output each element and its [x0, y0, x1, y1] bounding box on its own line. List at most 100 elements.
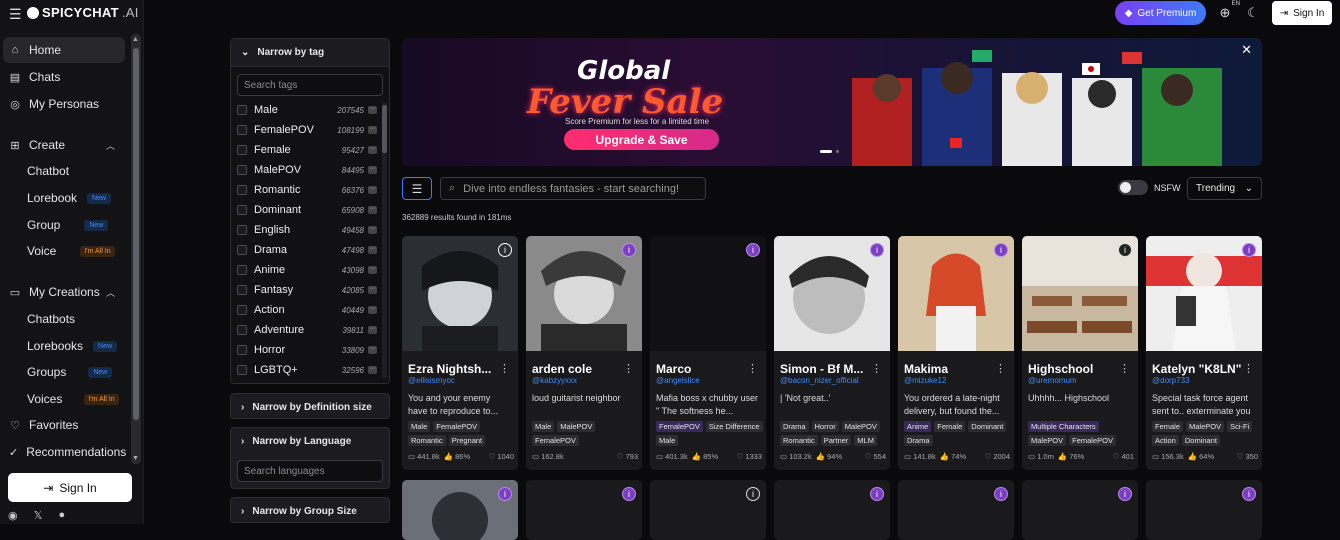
- character-card[interactable]: i: [526, 480, 642, 540]
- kebab-menu-icon[interactable]: ⋮: [995, 362, 1006, 375]
- nav-lorebook[interactable]: Lorebook New: [27, 188, 112, 208]
- card-creator[interactable]: @kabzyyxxx: [532, 376, 636, 385]
- tag-option[interactable]: Female 95427 ···: [237, 141, 377, 159]
- sidebar-signin-button[interactable]: ⇥ Sign In: [8, 473, 132, 502]
- more-icon[interactable]: ···: [368, 225, 377, 234]
- card-tag[interactable]: MLM: [854, 435, 877, 446]
- info-icon[interactable]: i: [622, 487, 636, 501]
- character-card[interactable]: i: [402, 480, 518, 540]
- kebab-menu-icon[interactable]: ⋮: [499, 362, 510, 375]
- tag-option[interactable]: Romantic 66376 ···: [237, 181, 377, 199]
- toggle-switch[interactable]: [1118, 180, 1148, 195]
- checkbox[interactable]: [237, 305, 247, 315]
- kebab-menu-icon[interactable]: ⋮: [623, 362, 634, 375]
- kebab-menu-icon[interactable]: ⋮: [1119, 362, 1130, 375]
- info-icon[interactable]: i: [994, 243, 1008, 257]
- card-tag[interactable]: Drama: [904, 435, 933, 446]
- tag-option[interactable]: Drama 47498 ···: [237, 241, 377, 259]
- card-tag[interactable]: FemalePOV: [1069, 435, 1116, 446]
- reddit-icon[interactable]: ●: [58, 509, 65, 522]
- character-card[interactable]: i Marco ⋮ @angelslice Mafia boss x chubby us…: [650, 236, 766, 470]
- card-tag[interactable]: MalePOV: [1028, 435, 1067, 446]
- character-card[interactable]: i: [1022, 480, 1138, 540]
- kebab-menu-icon[interactable]: ⋮: [747, 362, 758, 375]
- search-tags-input[interactable]: Search tags: [237, 74, 383, 96]
- menu-icon[interactable]: ☰: [9, 6, 22, 23]
- card-tag[interactable]: Romantic: [780, 435, 818, 446]
- card-tag[interactable]: Male: [656, 435, 679, 446]
- more-icon[interactable]: ···: [368, 105, 377, 114]
- nav-favorites[interactable]: ♡ Favorites: [3, 412, 125, 438]
- card-tag[interactable]: Sci-Fi: [1227, 421, 1253, 432]
- narrow-by-language[interactable]: › Narrow by Language Search languages: [230, 427, 390, 489]
- card-creator[interactable]: @bacon_nizer_official: [780, 376, 884, 385]
- upgrade-save-button[interactable]: Upgrade & Save: [564, 129, 719, 150]
- character-card[interactable]: i Highschool ⋮ @uremomum Uhhhh... Highschool…: [1022, 236, 1138, 470]
- narrow-by-tag-header[interactable]: ⌄ Narrow by tag: [231, 39, 389, 67]
- search-languages-input[interactable]: Search languages: [237, 460, 383, 482]
- checkbox[interactable]: [237, 345, 247, 355]
- more-icon[interactable]: ···: [368, 345, 377, 354]
- info-icon[interactable]: i: [1242, 487, 1256, 501]
- character-card[interactable]: i: [898, 480, 1014, 540]
- card-tag[interactable]: Dominant: [1181, 435, 1220, 446]
- info-icon[interactable]: i: [498, 243, 512, 257]
- tag-option[interactable]: English 49458 ···: [237, 221, 377, 239]
- character-card[interactable]: i: [1146, 480, 1262, 540]
- nav-recommendations[interactable]: ✓ Recommendations: [3, 439, 126, 465]
- narrow-by-definition[interactable]: › Narrow by Definition size: [230, 393, 390, 419]
- get-premium-button[interactable]: ◆ Get Premium: [1115, 1, 1206, 25]
- more-icon[interactable]: ···: [368, 285, 377, 294]
- language-globe-icon[interactable]: ⊕ EN: [1216, 1, 1240, 21]
- tag-option[interactable]: Horror 33809 ···: [237, 341, 377, 359]
- card-creator[interactable]: @ellisismyoc: [408, 376, 512, 385]
- search-input[interactable]: ⌕ Dive into endless fantasies - start sea…: [440, 177, 706, 200]
- card-tag[interactable]: Drama: [780, 421, 809, 432]
- nav-chats[interactable]: ▤ Chats: [3, 64, 125, 90]
- checkbox[interactable]: [237, 185, 247, 195]
- more-icon[interactable]: ···: [368, 265, 377, 274]
- checkbox[interactable]: [237, 245, 247, 255]
- nav-my-creations[interactable]: ▭ My Creations ︿: [3, 279, 125, 305]
- info-icon[interactable]: i: [746, 243, 760, 257]
- card-tag[interactable]: Male: [532, 421, 555, 432]
- more-icon[interactable]: ···: [368, 125, 377, 134]
- character-card[interactable]: i: [774, 480, 890, 540]
- x-icon[interactable]: 𝕏: [34, 509, 43, 522]
- tags-scrollbar[interactable]: [382, 103, 387, 378]
- card-creator[interactable]: @dorp733: [1152, 376, 1256, 385]
- info-icon[interactable]: i: [1118, 487, 1132, 501]
- card-tag[interactable]: Anime: [904, 421, 932, 432]
- more-icon[interactable]: ···: [368, 365, 377, 374]
- info-icon[interactable]: i: [498, 487, 512, 501]
- card-tag[interactable]: Dominant: [968, 421, 1007, 432]
- character-card[interactable]: i Katelyn "K8LN" ⋮ @dorp733 Special task for…: [1146, 236, 1262, 470]
- sidebar-scrollbar[interactable]: ▲ ▼: [131, 34, 141, 464]
- nsfw-toggle[interactable]: NSFW: [1118, 180, 1181, 195]
- scrollbar-thumb[interactable]: [382, 105, 387, 153]
- card-tag[interactable]: Multiple Characters: [1028, 421, 1099, 432]
- info-icon[interactable]: i: [1118, 243, 1132, 257]
- checkbox[interactable]: [237, 205, 247, 215]
- more-icon[interactable]: ···: [368, 205, 377, 214]
- card-tag[interactable]: Male: [408, 421, 431, 432]
- more-icon[interactable]: ···: [368, 185, 377, 194]
- card-tag[interactable]: FemalePOV: [433, 421, 481, 432]
- checkbox[interactable]: [237, 165, 247, 175]
- nav-voices[interactable]: Voices I'm All In: [27, 389, 119, 409]
- tag-option[interactable]: FemalePOV 108199 ···: [237, 121, 377, 139]
- card-tag[interactable]: FemalePOV: [656, 421, 703, 432]
- card-creator[interactable]: @uremomum: [1028, 376, 1132, 385]
- card-tag[interactable]: Action: [1152, 435, 1179, 446]
- card-tag[interactable]: MalePOV: [557, 421, 596, 432]
- header-signin-button[interactable]: ⇥ Sign In: [1272, 1, 1332, 25]
- info-icon[interactable]: i: [746, 487, 760, 501]
- nav-groups[interactable]: Groups New: [27, 362, 113, 382]
- close-icon[interactable]: ✕: [1241, 42, 1252, 58]
- card-tag[interactable]: Romantic: [408, 435, 446, 446]
- checkbox[interactable]: [237, 145, 247, 155]
- nav-chatbots[interactable]: Chatbots: [27, 309, 75, 329]
- scrollbar-thumb[interactable]: [133, 48, 139, 420]
- tag-option[interactable]: LGBTQ+ 32596 ···: [237, 361, 377, 379]
- info-icon[interactable]: i: [1242, 243, 1256, 257]
